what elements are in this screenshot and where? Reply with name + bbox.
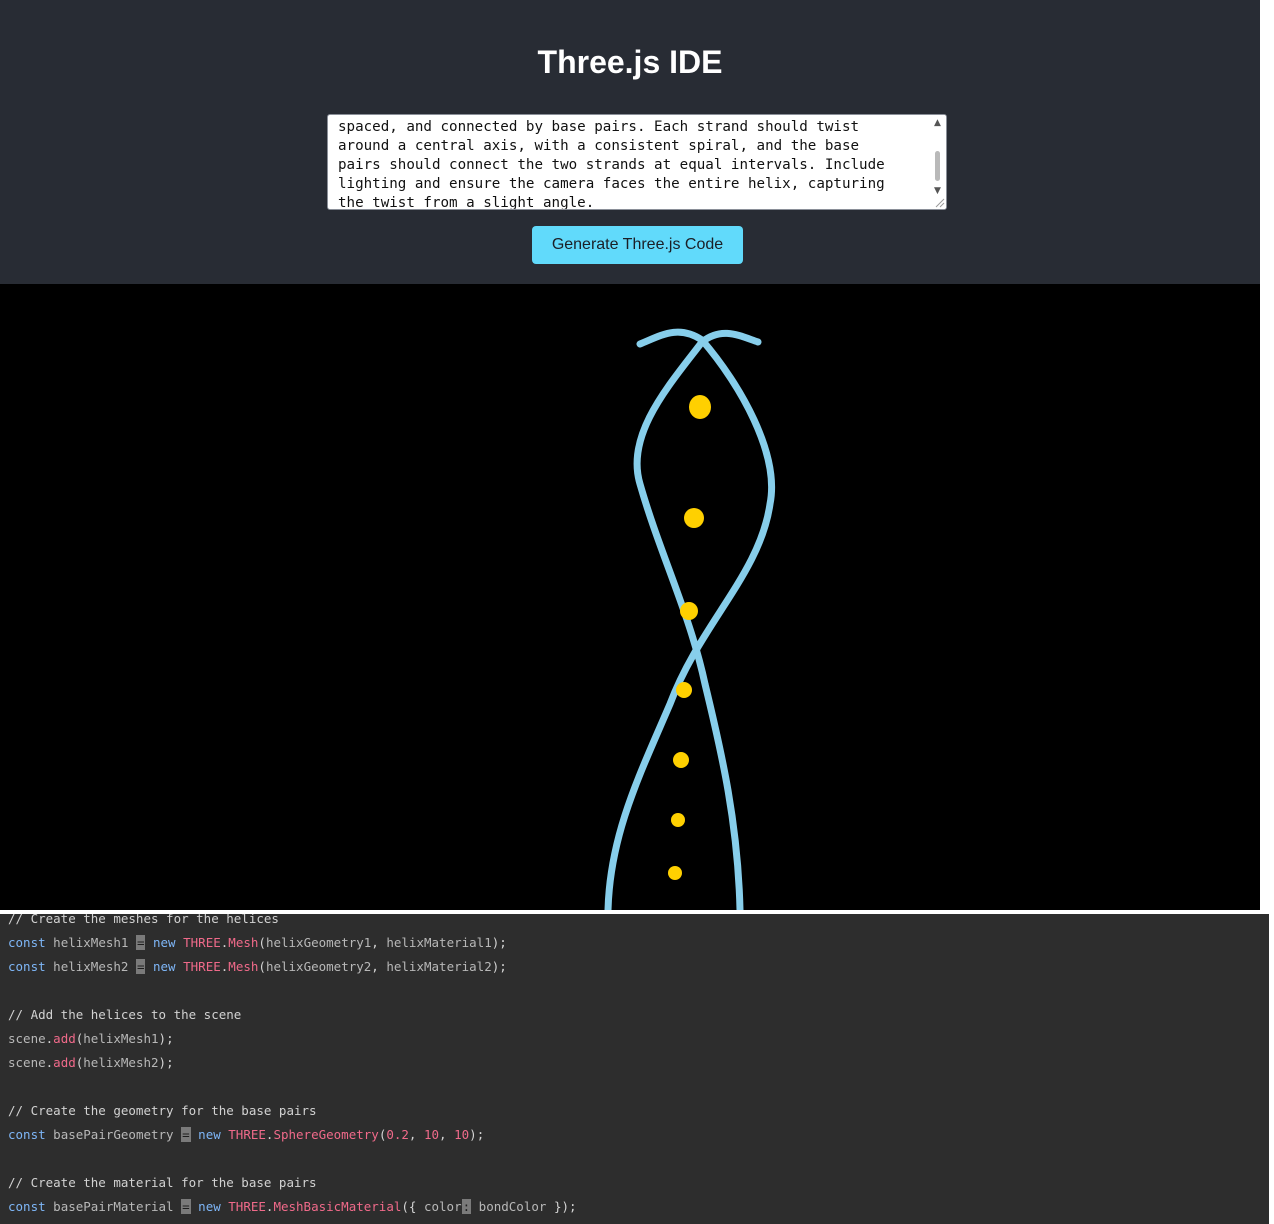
code-token: 0.2	[386, 1127, 409, 1142]
code-token: color	[423, 1199, 462, 1214]
code-line[interactable]: const basePairGeometry = new THREE.Spher…	[8, 1123, 484, 1147]
base-pair-sphere	[673, 752, 689, 768]
code-line[interactable]: scene.add(helixMesh2);	[8, 1051, 174, 1075]
code-token: helixMesh2	[45, 959, 136, 974]
prompt-line: pairs should connect the two strands at …	[338, 157, 885, 173]
base-pair-sphere	[684, 508, 704, 528]
code-token: add	[53, 1031, 76, 1046]
code-token: helixMaterial2	[386, 959, 492, 974]
page-title: Three.js IDE	[537, 44, 723, 80]
base-pair-sphere	[671, 813, 685, 827]
code-token: ,	[439, 1127, 455, 1142]
base-pair-sphere	[676, 682, 692, 698]
prompt-line: the twist from a slight angle.	[338, 195, 595, 210]
helix-render	[604, 328, 775, 910]
code-token: });	[553, 1199, 577, 1214]
code-line[interactable]: // Create the geometry for the base pair…	[8, 1099, 317, 1123]
code-token: Mesh	[228, 935, 259, 950]
code-token: );	[491, 935, 507, 950]
code-token: );	[158, 1031, 174, 1046]
code-token: scene	[8, 1055, 46, 1070]
code-token: SphereGeometry	[273, 1127, 379, 1142]
code-token: ,	[371, 935, 387, 950]
code-token: // Create the meshes for the helices	[8, 914, 279, 926]
code-token: const	[8, 935, 46, 950]
prompt-text[interactable]: spaced, and connected by base pairs. Eac…	[338, 118, 928, 210]
threejs-viewport[interactable]	[0, 284, 1260, 910]
code-line[interactable]: scene.add(helixMesh1);	[8, 1027, 174, 1051]
code-line[interactable]: const helixMesh1 = new THREE.Mesh(helixG…	[8, 931, 507, 955]
code-token: basePairMaterial	[45, 1199, 182, 1214]
code-token: (	[258, 935, 266, 950]
code-token: :	[461, 1199, 472, 1214]
generate-code-button[interactable]: Generate Three.js Code	[532, 226, 743, 264]
code-token: 10	[423, 1127, 440, 1142]
code-token: (	[258, 959, 266, 974]
code-token: new	[145, 935, 184, 950]
code-token: Mesh	[228, 959, 259, 974]
code-line[interactable]: // Create the material for the base pair…	[8, 1171, 317, 1195]
code-token: );	[469, 1127, 485, 1142]
code-token: basePairGeometry	[45, 1127, 182, 1142]
code-token: ,	[371, 959, 387, 974]
code-token: helixGeometry2	[265, 959, 372, 974]
code-token: const	[8, 1199, 46, 1214]
code-token: helixMaterial1	[386, 935, 492, 950]
helix-strand-2	[633, 329, 762, 910]
scroll-up-arrow-icon[interactable]: ▲	[929, 116, 946, 130]
code-editor[interactable]: // Create the meshes for the helices cons…	[0, 914, 1269, 1224]
code-token: THREE	[183, 935, 221, 950]
resize-grip-icon[interactable]	[933, 196, 945, 208]
code-token: THREE	[228, 1199, 266, 1214]
code-token: helixMesh2	[83, 1055, 159, 1070]
code-token: scene	[8, 1031, 46, 1046]
code-token: =	[181, 1199, 191, 1214]
prompt-scrollbar[interactable]: ▲ ▼	[929, 115, 946, 209]
code-token: new	[190, 1127, 229, 1142]
code-token: bondColor	[471, 1199, 554, 1214]
code-token: const	[8, 959, 46, 974]
code-token: 10	[454, 1127, 470, 1142]
code-token: helixGeometry1	[265, 935, 372, 950]
code-token: );	[491, 959, 507, 974]
code-token: const	[8, 1127, 46, 1142]
code-token: =	[181, 1127, 191, 1142]
code-token: // Create the geometry for the base pair…	[8, 1103, 317, 1118]
code-token: THREE	[228, 1127, 266, 1142]
code-line[interactable]: const basePairMaterial = new THREE.MeshB…	[8, 1195, 577, 1219]
code-token: THREE	[183, 959, 221, 974]
base-pair-sphere	[689, 395, 711, 419]
code-line[interactable]: // Create the meshes for the helices	[8, 914, 279, 931]
code-token: );	[158, 1055, 174, 1070]
base-pair-sphere	[668, 866, 682, 880]
scroll-thumb[interactable]	[935, 151, 940, 181]
base-pair-sphere	[680, 602, 698, 620]
code-token: helixMesh1	[83, 1031, 159, 1046]
prompt-textarea[interactable]: spaced, and connected by base pairs. Eac…	[327, 114, 947, 210]
prompt-line: lighting and ensure the camera faces the…	[338, 176, 885, 192]
code-token: // Add the helices to the scene	[8, 1007, 242, 1022]
code-token: ({	[401, 1199, 424, 1214]
code-token: // Create the material for the base pair…	[8, 1175, 317, 1190]
app-header: Three.js IDE spaced, and connected by ba…	[0, 0, 1260, 284]
code-token: new	[145, 959, 184, 974]
code-token: add	[53, 1055, 76, 1070]
code-line[interactable]: // Add the helices to the scene	[8, 1003, 241, 1027]
code-token: ,	[408, 1127, 424, 1142]
code-line[interactable]: const helixMesh2 = new THREE.Mesh(helixG…	[8, 955, 507, 979]
code-token: new	[190, 1199, 229, 1214]
code-token: helixMesh1	[45, 935, 136, 950]
code-token: MeshBasicMaterial	[273, 1199, 402, 1214]
prompt-line: around a central axis, with a consistent…	[338, 138, 860, 154]
prompt-line: spaced, and connected by base pairs. Eac…	[338, 119, 860, 135]
